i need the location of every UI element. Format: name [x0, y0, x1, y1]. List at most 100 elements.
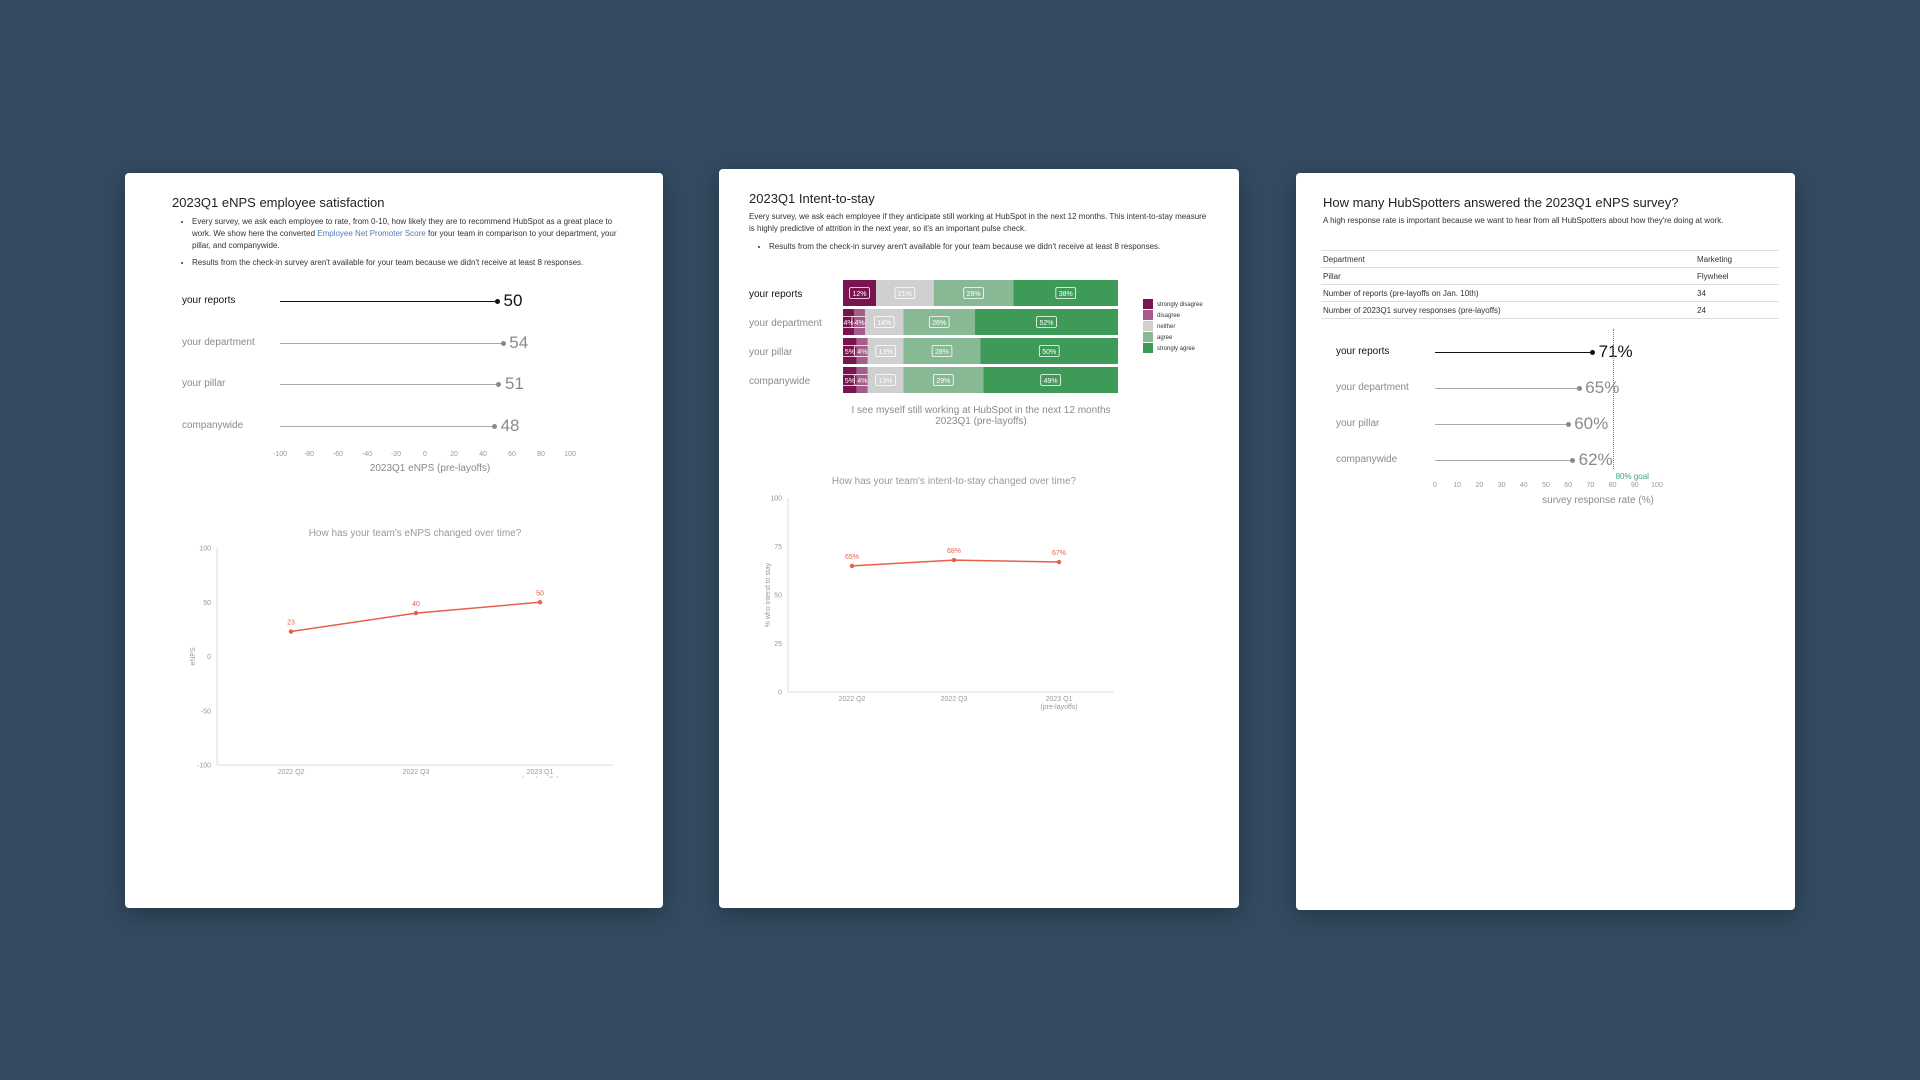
data-label: 21%	[898, 291, 912, 298]
x-axis-title: I see myself still working at HubSpot in…	[851, 405, 1111, 416]
trend-point	[288, 629, 294, 634]
data-label: 40	[412, 601, 420, 608]
value-label: 51	[504, 374, 524, 393]
x-tick-label: -100	[272, 451, 288, 458]
y-tick-label: 50	[203, 600, 211, 607]
legend-swatch	[1143, 332, 1153, 342]
row-label: your department	[182, 336, 255, 348]
card-title: 2023Q1 Intent-to-stay	[749, 191, 875, 206]
data-label: 5%	[845, 349, 855, 356]
data-label: 29%	[936, 378, 950, 385]
row-label: your reports	[182, 295, 236, 306]
enps-card: 2023Q1 eNPS employee satisfaction Every …	[125, 173, 663, 908]
value-label: 48	[500, 415, 520, 435]
value-label: 50	[503, 291, 523, 310]
trend-point	[951, 557, 957, 563]
x-tick-sublabel: (pre-layoffs)	[521, 777, 558, 778]
x-tick-label: 2023 Q1	[527, 769, 554, 776]
data-label: 29%	[967, 291, 981, 298]
data-label: 14%	[877, 320, 891, 327]
data-label: 13%	[879, 378, 893, 385]
response-rate-card: How many HubSpotters answered the 2023Q1…	[1296, 173, 1795, 910]
lollipop-dot	[492, 423, 498, 429]
data-label: 52%	[1039, 320, 1053, 327]
card-title: 2023Q1 eNPS employee satisfaction	[172, 195, 385, 210]
x-tick-label: 100	[564, 451, 576, 458]
value-label: 71%	[1598, 342, 1633, 361]
data-label: 4%	[857, 349, 867, 356]
data-label: 38%	[1059, 291, 1073, 298]
intent-trend-chart: 100 75 50 25 0 % who intend to stay 65% 2022 Q2…	[765, 496, 1114, 711]
legend-swatch	[1143, 310, 1153, 320]
x-tick-label: -40	[361, 451, 373, 458]
row-label: companywide	[182, 419, 244, 431]
lollipop-stem	[280, 384, 499, 385]
data-label: 26%	[932, 320, 946, 327]
value-label: 54	[509, 332, 529, 352]
trend-title: How has your team's intent-to-stay chang…	[831, 476, 1077, 487]
x-tick-label: 100	[1651, 482, 1663, 489]
legend-swatch	[1143, 299, 1153, 309]
x-tick-label: 2022 Q2	[839, 696, 866, 703]
row-label: your department	[749, 318, 822, 329]
table-value: Flywheel	[1695, 267, 1779, 285]
trend-point	[413, 610, 419, 616]
x-tick-label: 80	[1608, 482, 1617, 489]
y-axis-title: % who intend to stay	[765, 562, 772, 627]
data-label: 50%	[1042, 349, 1056, 356]
enps-link[interactable]: Employee Net Promoter Score	[317, 229, 426, 238]
x-tick-label: 30	[1497, 482, 1506, 489]
intent-to-stay-card: 2023Q1 Intent-to-stay Every survey, we a…	[719, 169, 1239, 908]
intro-text: A high response rate is important becaus…	[1323, 216, 1724, 225]
data-label: 28%	[935, 349, 949, 356]
row-label: your pillar	[1336, 418, 1380, 429]
value-label: 60%	[1574, 414, 1609, 433]
lollipop-stem	[1435, 460, 1573, 461]
lollipop-dot	[500, 340, 506, 346]
table-row: Pillar Flywheel	[1321, 267, 1779, 285]
legend-label: disagree	[1157, 313, 1181, 319]
intro-text: Every survey, we ask each employee if th…	[749, 212, 1207, 233]
x-tick-label: 0	[1433, 482, 1437, 489]
legend-label: neither	[1157, 324, 1175, 330]
legend-swatch	[1143, 321, 1153, 331]
table-key: Department	[1321, 250, 1695, 268]
data-label: 12%	[852, 291, 866, 298]
legend-label: agree	[1157, 335, 1173, 341]
data-label: 67%	[1052, 550, 1066, 557]
bullet-note: Results from the check-in survey aren't …	[769, 241, 1209, 253]
y-tick-label: 0	[207, 654, 211, 661]
data-label: 13%	[879, 349, 893, 356]
y-tick-label: 0	[778, 690, 782, 697]
x-tick-label: 40	[1519, 482, 1528, 489]
x-tick-label: -60	[332, 451, 344, 458]
bullet-description: Every survey, we ask each employee to ra…	[192, 216, 632, 252]
x-tick-label: 20	[1475, 482, 1484, 489]
bullet-note: Results from the check-in survey aren't …	[192, 257, 632, 269]
legend-label: strongly disagree	[1157, 302, 1203, 308]
table-key: Pillar	[1321, 267, 1695, 285]
table-row: Department Marketing	[1321, 250, 1779, 268]
x-tick-label: 2022 Q3	[941, 696, 968, 703]
row-label: your pillar	[749, 347, 793, 358]
trend-point	[1056, 559, 1062, 565]
table-row: Number of reports (pre-layoffs on Jan. 1…	[1321, 284, 1779, 302]
intent-stacked-bar-chart: your reports 12% 21% 29% 38% your department 4…	[749, 280, 1203, 393]
trend-point	[849, 563, 855, 569]
lollipop-stem	[280, 342, 504, 344]
x-tick-label: 40	[479, 451, 487, 458]
lollipop-dot	[1576, 386, 1582, 391]
x-tick-label: 10	[1453, 482, 1462, 489]
y-tick-label: 100	[770, 496, 782, 503]
data-label: 23	[287, 620, 295, 627]
row-label: companywide	[749, 376, 811, 387]
table-value: Marketing	[1695, 250, 1779, 268]
lollipop-dot	[495, 299, 500, 304]
enps-trend-chart: 100 50 0 -50 -100 eNPS 23 2022 Q2 40 2022 Q3 50 202…	[190, 546, 613, 778]
card-title: How many HubSpotters answered the 2023Q1…	[1323, 195, 1679, 210]
lollipop-stem	[1435, 352, 1593, 353]
lollipop-dot	[1590, 350, 1596, 355]
x-tick-label: 0	[423, 451, 427, 458]
row-label: your department	[1336, 382, 1409, 393]
table-value: 34	[1695, 284, 1779, 302]
